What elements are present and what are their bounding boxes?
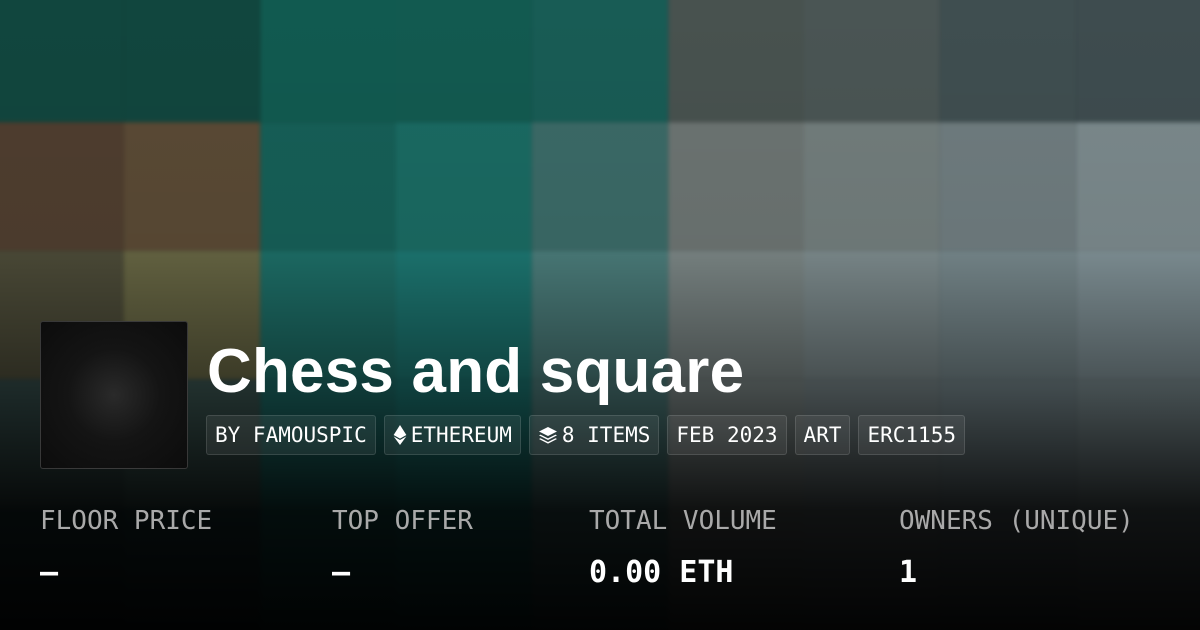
chain-tag[interactable]: ETHEREUM: [383, 415, 521, 455]
stat-total-volume: TOTAL VOLUME 0.00 ETH: [589, 504, 777, 591]
stat-label: OWNERS (UNIQUE): [899, 506, 1134, 536]
stat-label: FLOOR PRICE: [40, 506, 213, 536]
layers-icon: [538, 426, 558, 444]
category-tag[interactable]: ART: [794, 415, 851, 455]
chain-tag-label: ETHEREUM: [410, 423, 512, 447]
collection-stats: FLOOR PRICE – TOP OFFER – TOTAL VOLUME 0…: [40, 504, 1180, 604]
collection-share-card: Chess and square BY FAMOUSPIC ETHEREUM 8…: [0, 0, 1200, 630]
stat-label: TOTAL VOLUME: [589, 506, 777, 536]
collection-tags: BY FAMOUSPIC ETHEREUM 8 ITEMS FEB 2023 A…: [206, 415, 965, 455]
standard-tag-label: ERC1155: [867, 423, 956, 447]
category-tag-label: ART: [803, 423, 842, 447]
collection-avatar: [40, 321, 188, 469]
collection-title: Chess and square: [207, 337, 745, 406]
stat-top-offer: TOP OFFER –: [332, 504, 473, 591]
stat-value: –: [40, 555, 59, 590]
items-tag-label: 8 ITEMS: [561, 423, 651, 447]
standard-tag: ERC1155: [858, 415, 965, 455]
ethereum-icon: [393, 425, 407, 445]
stat-value: 0.00 ETH: [589, 555, 734, 590]
stat-floor-price: FLOOR PRICE –: [40, 504, 212, 591]
stat-label: TOP OFFER: [332, 506, 473, 536]
items-tag[interactable]: 8 ITEMS: [528, 415, 660, 455]
creator-tag[interactable]: BY FAMOUSPIC: [206, 415, 376, 455]
stat-owners-unique: OWNERS (UNIQUE) 1: [899, 504, 1134, 591]
stat-value: –: [332, 555, 351, 590]
creator-tag-label: BY FAMOUSPIC: [215, 423, 367, 447]
date-tag-label: FEB 2023: [676, 423, 778, 447]
stat-value: 1: [899, 555, 918, 590]
date-tag: FEB 2023: [667, 415, 787, 455]
